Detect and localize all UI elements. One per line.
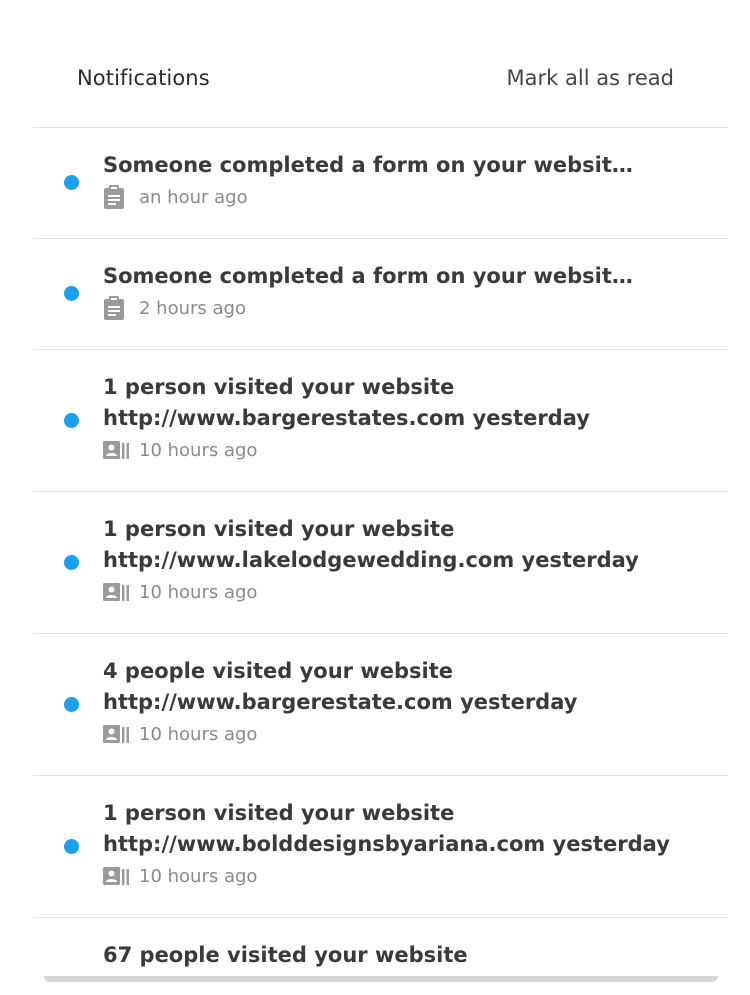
notification-item[interactable]: 4 people visited your website http://www… — [33, 634, 728, 776]
notification-time: 10 hours ago — [139, 865, 258, 887]
notification-item[interactable]: Someone completed a form on your website… — [33, 128, 728, 239]
notification-item[interactable]: Someone completed a form on your website… — [33, 239, 728, 350]
notification-time: 10 hours ago — [139, 439, 258, 461]
notification-time: an hour ago — [139, 186, 248, 208]
panel-bottom-edge — [44, 976, 718, 982]
contact-card-icon — [103, 438, 129, 462]
notification-item[interactable]: 1 person visited your website http://www… — [33, 350, 728, 492]
unread-dot-icon — [64, 697, 79, 712]
notification-title: Someone completed a form on your website… — [103, 153, 643, 177]
notification-item[interactable]: 1 person visited your website http://www… — [33, 776, 728, 918]
clipboard-icon — [103, 296, 129, 320]
notification-title: 4 people visited your website — [103, 659, 454, 683]
unread-dot-icon — [64, 555, 79, 570]
unread-dot-icon — [64, 175, 79, 190]
notification-title: 1 person visited your website — [103, 517, 455, 541]
notification-title: 1 person visited your website — [103, 375, 455, 399]
mark-all-read-button[interactable]: Mark all as read — [507, 66, 674, 90]
notification-item[interactable]: 1 person visited your website http://www… — [33, 492, 728, 634]
notification-item[interactable]: 67 people visited your website — [33, 918, 728, 980]
unread-dot-icon — [64, 286, 79, 301]
notification-title: 67 people visited your website — [103, 943, 468, 967]
notification-url: http://www.bargerestate.com yesterday — [103, 690, 578, 714]
contact-card-icon — [103, 580, 129, 604]
notification-url: http://www.lakelodgewedding.com yesterda… — [103, 548, 639, 572]
unread-dot-icon — [64, 413, 79, 428]
contact-card-icon — [103, 864, 129, 888]
panel-title: Notifications — [77, 66, 210, 90]
notification-time: 2 hours ago — [139, 297, 246, 319]
notification-title: Someone completed a form on your website… — [103, 264, 643, 288]
contact-card-icon — [103, 722, 129, 746]
notification-time: 10 hours ago — [139, 723, 258, 745]
notification-time: 10 hours ago — [139, 581, 258, 603]
notification-url: http://www.bargerestates.com yesterday — [103, 406, 590, 430]
unread-dot-icon — [64, 839, 79, 854]
notifications-header: Notifications Mark all as read — [33, 0, 728, 128]
notifications-panel: Notifications Mark all as read Someone c… — [33, 0, 728, 980]
notification-list: Someone completed a form on your website… — [33, 128, 728, 980]
clipboard-icon — [103, 185, 129, 209]
notification-title: 1 person visited your website — [103, 801, 455, 825]
notification-url: http://www.bolddesignsbyariana.com yeste… — [103, 832, 670, 856]
